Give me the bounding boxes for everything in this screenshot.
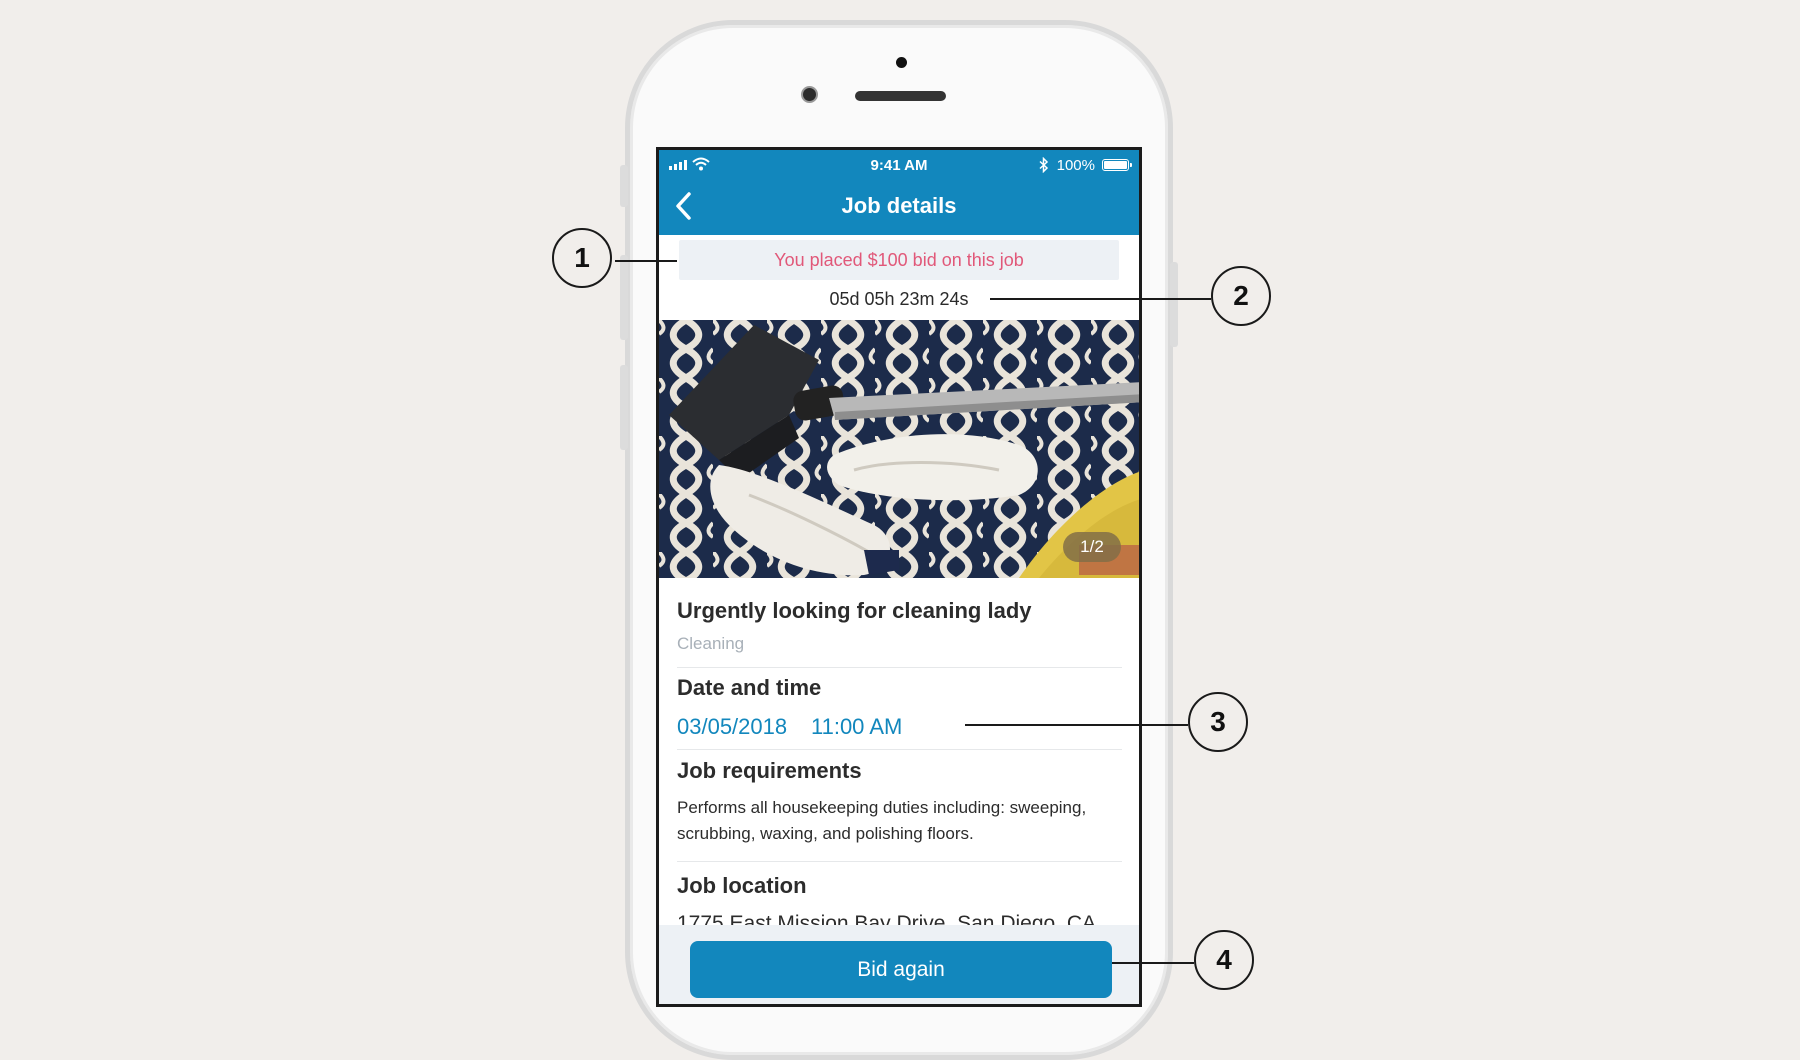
callout-1-line [615, 260, 677, 262]
job-category: Cleaning [677, 634, 745, 653]
proximity-sensor [896, 57, 907, 68]
job-requirements-text: Performs all housekeeping duties includi… [677, 798, 1087, 843]
power-button [1170, 262, 1178, 347]
status-bar: 9:41 AM 100% [659, 150, 1139, 180]
job-title: Urgently looking for cleaning lady [677, 598, 1032, 623]
callout-3: 3 [1188, 692, 1248, 752]
callout-2: 2 [1211, 266, 1271, 326]
front-camera [801, 86, 818, 103]
bid-again-button[interactable]: Bid again [690, 941, 1112, 998]
callout-3-line [965, 724, 1188, 726]
callout-4-line [1112, 962, 1194, 964]
page-title: Job details [841, 193, 957, 218]
bid-status-banner: You placed $100 bid on this job [679, 240, 1119, 280]
date-time-heading: Date and time [677, 675, 822, 700]
job-time[interactable]: 11:00 AM [811, 714, 902, 740]
bluetooth-icon [1039, 157, 1049, 173]
battery-icon [1102, 159, 1132, 171]
photo-pager-badge: 1/2 [1063, 532, 1121, 562]
divider [677, 667, 1122, 668]
callout-2-line [990, 298, 1211, 300]
job-date[interactable]: 03/05/2018 [677, 714, 787, 740]
job-location-heading: Job location [677, 873, 807, 898]
volume-up-button [620, 255, 628, 340]
divider [677, 749, 1122, 750]
callout-4: 4 [1194, 930, 1254, 990]
earpiece-speaker [855, 91, 946, 101]
volume-down-button [620, 365, 628, 450]
action-footer: Bid again [659, 925, 1139, 1004]
job-photo-carousel[interactable]: 1/2 [659, 320, 1139, 578]
callout-1: 1 [552, 228, 612, 288]
job-requirements-heading: Job requirements [677, 758, 862, 783]
battery-percentage: 100% [1056, 157, 1095, 174]
mute-switch [620, 165, 628, 207]
app-screen: 9:41 AM 100% Job details You placed $100… [656, 147, 1142, 1007]
divider [677, 861, 1122, 862]
app-header: 9:41 AM 100% Job details [659, 150, 1139, 235]
